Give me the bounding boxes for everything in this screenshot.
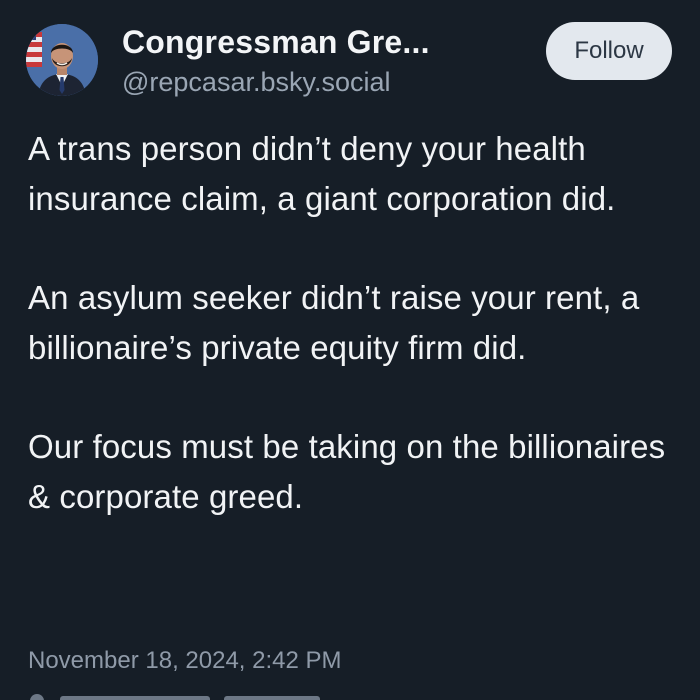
profile-photo-icon xyxy=(26,24,98,96)
truncated-text-fragment xyxy=(224,696,320,700)
truncated-text-fragment xyxy=(60,696,210,700)
post-paragraph: A trans person didn’t deny your health i… xyxy=(28,130,616,217)
post-body: A trans person didn’t deny your health i… xyxy=(28,124,678,522)
follow-button[interactable]: Follow xyxy=(546,22,672,80)
author-identity[interactable]: Congressman Gre... @repcasar.bsky.social xyxy=(122,22,522,100)
info-icon xyxy=(30,694,44,700)
post-paragraph: An asylum seeker didn’t raise your rent,… xyxy=(28,279,640,366)
post-header: Congressman Gre... @repcasar.bsky.social… xyxy=(26,22,676,102)
truncated-footer-row xyxy=(28,690,428,700)
post-timestamp: November 18, 2024, 2:42 PM xyxy=(28,647,342,674)
post-card: Congressman Gre... @repcasar.bsky.social… xyxy=(0,0,700,700)
author-display-name[interactable]: Congressman Gre... xyxy=(122,22,522,62)
author-handle[interactable]: @repcasar.bsky.social xyxy=(122,64,522,100)
post-paragraph: Our focus must be taking on the billiona… xyxy=(28,428,666,515)
avatar[interactable] xyxy=(26,24,98,96)
